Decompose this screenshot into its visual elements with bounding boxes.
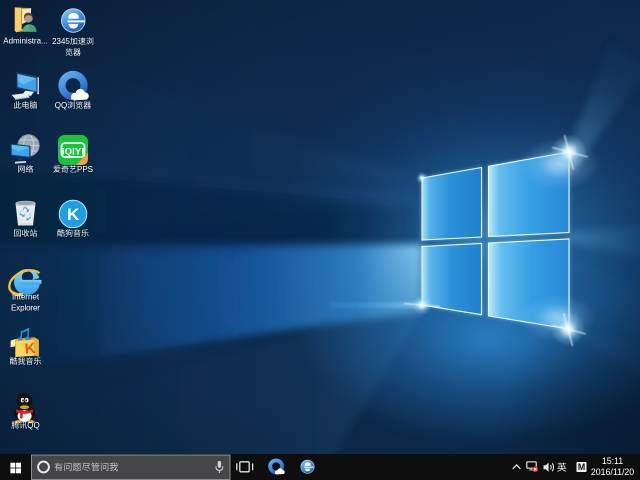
svg-text:QQ: QQ — [27, 421, 39, 430]
svg-text:Internet: Internet — [12, 293, 40, 302]
svg-text:K: K — [24, 340, 36, 358]
svg-text:QQ: QQ — [55, 101, 67, 110]
svg-text:iQIYI: iQIYI — [62, 146, 84, 157]
svg-text:PPS: PPS — [77, 165, 93, 174]
svg-text:Administra...: Administra... — [3, 37, 47, 46]
svg-text:2016/11/20: 2016/11/20 — [591, 467, 634, 477]
svg-text:15:11: 15:11 — [602, 456, 623, 466]
svg-text:2345: 2345 — [52, 37, 70, 46]
svg-text:Explorer: Explorer — [11, 304, 40, 313]
svg-text:K: K — [67, 205, 80, 224]
svg-text:M: M — [578, 462, 585, 472]
